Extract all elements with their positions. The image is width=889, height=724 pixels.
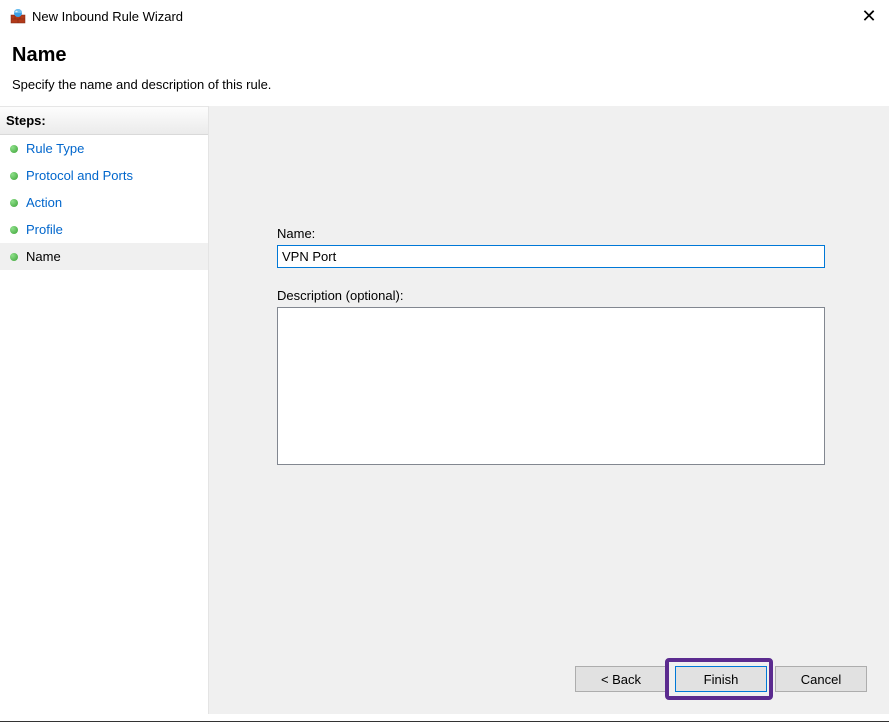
titlebar: New Inbound Rule Wizard ✕ (0, 0, 889, 30)
steps-sidebar: Steps: Rule Type Protocol and Ports Acti… (0, 106, 208, 714)
step-action[interactable]: Action (0, 189, 208, 216)
page-heading: Name (12, 44, 877, 67)
step-label: Rule Type (26, 141, 84, 156)
step-profile[interactable]: Profile (0, 216, 208, 243)
window-title: New Inbound Rule Wizard (32, 9, 183, 24)
titlebar-left: New Inbound Rule Wizard (10, 8, 183, 24)
name-input[interactable] (277, 245, 825, 268)
bullet-icon (10, 199, 18, 207)
step-rule-type[interactable]: Rule Type (0, 135, 208, 162)
bullet-icon (10, 145, 18, 153)
finish-button[interactable]: Finish (675, 666, 767, 692)
form-area: Name: Description (optional): (209, 106, 889, 468)
cancel-button[interactable]: Cancel (775, 666, 867, 692)
steps-header: Steps: (0, 106, 208, 135)
name-label: Name: (277, 226, 829, 241)
bullet-icon (10, 172, 18, 180)
bullet-icon (10, 253, 18, 261)
main-panel: Name: Description (optional): < Back Fin… (208, 106, 889, 714)
wizard-header: Name Specify the name and description of… (0, 30, 889, 106)
back-button[interactable]: < Back (575, 666, 667, 692)
window-bottom-border (0, 721, 889, 722)
close-button[interactable]: ✕ (859, 9, 879, 23)
step-label: Profile (26, 222, 63, 237)
content-area: Steps: Rule Type Protocol and Ports Acti… (0, 106, 889, 714)
bullet-icon (10, 226, 18, 234)
step-name[interactable]: Name (0, 243, 208, 270)
description-label: Description (optional): (277, 288, 829, 303)
step-label: Protocol and Ports (26, 168, 133, 183)
firewall-icon (10, 8, 26, 24)
page-subheading: Specify the name and description of this… (12, 77, 877, 92)
button-row: < Back Finish Cancel (575, 666, 867, 692)
step-label: Action (26, 195, 62, 210)
step-protocol-and-ports[interactable]: Protocol and Ports (0, 162, 208, 189)
description-textarea[interactable] (277, 307, 825, 465)
step-label: Name (26, 249, 61, 264)
